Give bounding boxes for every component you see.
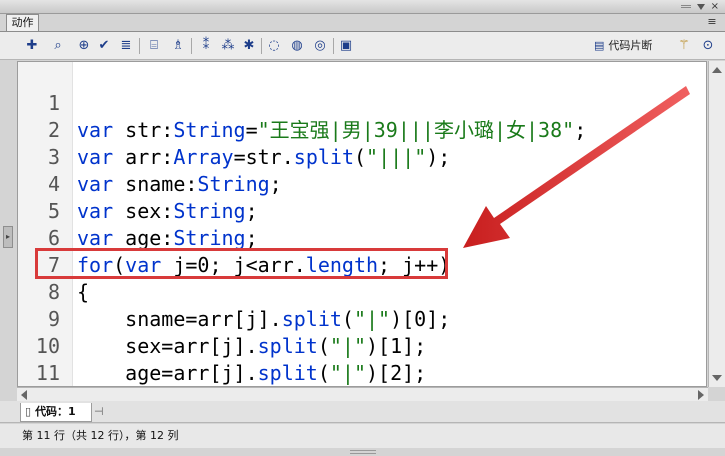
document-icon: ▯ — [25, 405, 32, 418]
code-hint-icon[interactable]: ⌸ — [146, 38, 162, 54]
line-comment-icon[interactable]: ◍ — [289, 38, 305, 54]
tab-code-1[interactable]: ▯ 代码：1 — [20, 403, 92, 422]
actions-toolbar: ✚ ⌕ ⊕ ✔ ≣ ⌸ ♗ ⁑ ⁂ ✱ ◌ ◍ ◎ ▣ ▤ 代码片断 ⚚ ⊙ — [0, 32, 725, 60]
show-hide-toolbox-icon[interactable]: ▣ — [338, 38, 354, 54]
tab-code-label: 代码：1 — [35, 405, 76, 418]
collapse-arrow-icon[interactable] — [697, 4, 705, 10]
expand-all-icon[interactable]: ✱ — [241, 38, 257, 54]
panel-collapse-handle[interactable]: ▸ — [3, 226, 13, 248]
vertical-scrollbar[interactable] — [708, 61, 725, 387]
check-syntax-icon[interactable]: ✔ — [96, 38, 112, 54]
panel-grip-icon[interactable] — [681, 5, 691, 8]
code-snippets-label: 代码片断 — [608, 39, 653, 52]
cursor-position-text: 第 11 行（共 12 行），第 12 列 — [22, 429, 179, 442]
magic-wand-icon[interactable]: ⚚ — [676, 38, 692, 54]
toolbar-separator — [261, 38, 262, 54]
collapse-braces-icon[interactable]: ⁑ — [198, 38, 214, 54]
find-icon[interactable]: ⌕ — [50, 38, 66, 54]
highlight-box — [35, 248, 448, 279]
code-line: 5 var age:String; — [18, 171, 706, 250]
toolbar-separator — [191, 38, 192, 54]
code-line: 11 trace("姓名："+sname,"姓别："+sex,"年龄："+age… — [18, 333, 706, 385]
add-statement-icon[interactable]: ✚ — [24, 38, 40, 54]
block-comment-icon[interactable]: ◌ — [266, 38, 282, 54]
panel-titlebar: × — [0, 0, 725, 14]
code-line: 6 for(var j=0; j<arr.length; j++) — [18, 198, 706, 277]
debug-options-icon[interactable]: ♗ — [170, 38, 186, 54]
code-line: 9 sex=arr[j].split("|")[1]; — [18, 279, 706, 358]
close-icon[interactable]: × — [711, 1, 719, 12]
script-tabs: ▯ 代码：1 ⊣ — [0, 401, 725, 423]
toolbar-separator — [139, 38, 140, 54]
auto-format-icon[interactable]: ≣ — [118, 38, 134, 54]
horizontal-scrollbar[interactable] — [17, 387, 708, 401]
scroll-down-icon[interactable] — [712, 375, 722, 381]
script-editor[interactable]: 1 var str:String="王宝强|男|39|||李小璐|女|38"; … — [17, 61, 707, 387]
code-line: 4 var sex:String; — [18, 144, 706, 223]
pin-script-icon[interactable]: ⊣ — [94, 405, 104, 418]
panel-menu-icon[interactable]: ≡ — [705, 16, 719, 28]
remove-comment-icon[interactable]: ◎ — [312, 38, 328, 54]
target-icon[interactable]: ⊕ — [76, 38, 92, 54]
code-line: 1 var str:String="王宝强|男|39|||李小璐|女|38"; — [18, 63, 706, 142]
resize-grip-icon[interactable] — [350, 450, 376, 454]
code-line: 2 var arr:Array=str.split("|||"); — [18, 90, 706, 169]
scroll-up-icon[interactable] — [712, 67, 722, 73]
code-line: 12 } — [18, 360, 706, 386]
toolbar-separator — [333, 38, 334, 54]
snippets-icon: ▤ — [594, 39, 605, 52]
status-bar: 第 11 行（共 12 行），第 12 列 — [0, 424, 725, 448]
code-line: 3 var sname:String; — [18, 117, 706, 196]
scroll-left-icon[interactable] — [21, 390, 27, 400]
help-icon[interactable]: ⊙ — [700, 38, 716, 54]
code-line: 10 age=arr[j].split("|")[2]; — [18, 306, 706, 385]
code-snippets-button[interactable]: ▤ 代码片断 — [594, 38, 652, 54]
scroll-right-icon[interactable] — [698, 390, 704, 400]
collapse-selection-icon[interactable]: ⁂ — [220, 38, 236, 54]
actions-panel-tab[interactable]: 动作 — [6, 14, 39, 32]
